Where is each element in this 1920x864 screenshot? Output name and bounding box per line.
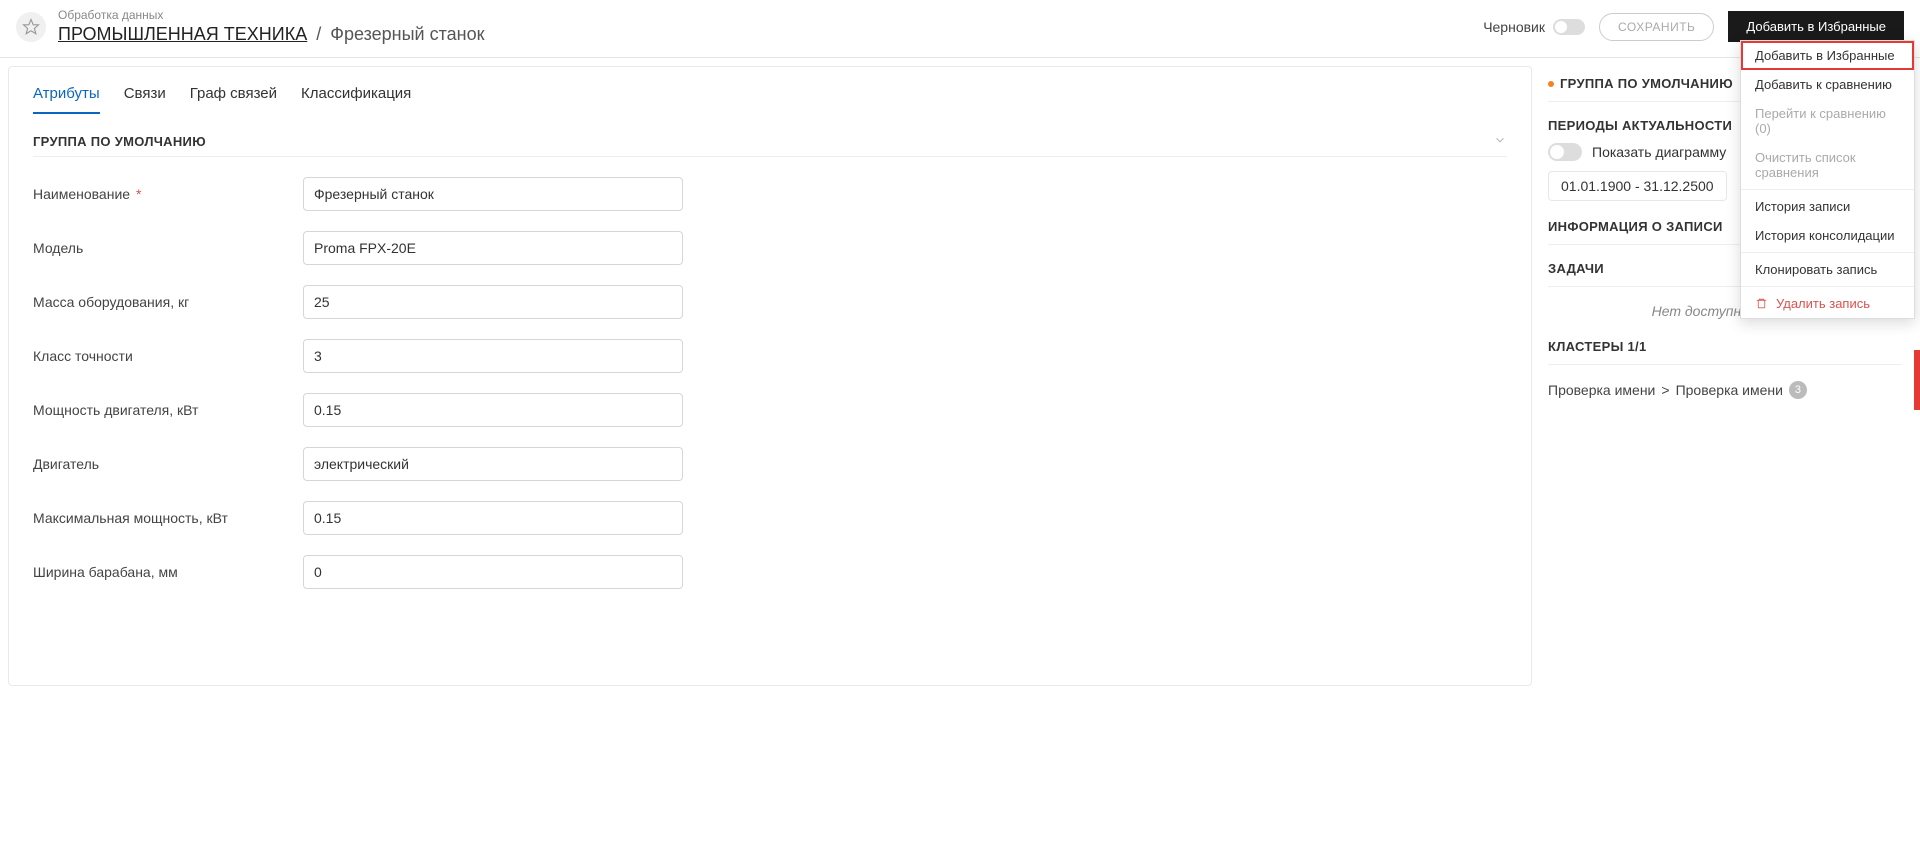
trash-icon [1755, 297, 1768, 310]
field-input[interactable] [303, 447, 683, 481]
menu-item: Перейти к сравнению (0) [1741, 99, 1914, 143]
field-input[interactable] [303, 177, 683, 211]
menu-item: Очистить список сравнения [1741, 143, 1914, 187]
tab-Атрибуты[interactable]: Атрибуты [33, 77, 100, 114]
field-input[interactable] [303, 393, 683, 427]
field-label: Наименование * [33, 186, 303, 202]
tabs: Атрибуты Связи Граф связей Классификация [33, 77, 1507, 115]
field-label: Класс точности [33, 348, 303, 364]
period-chip[interactable]: 01.01.1900 - 31.12.2500 [1548, 171, 1727, 201]
field-input[interactable] [303, 231, 683, 265]
breadcrumb-current: Фрезерный станок [330, 24, 484, 44]
group-title: ГРУППА ПО УМОЛЧАНИЮ [33, 134, 206, 149]
draft-toggle[interactable] [1553, 19, 1585, 35]
tab-Классификация[interactable]: Классификация [301, 77, 411, 114]
show-diagram-label: Показать диаграмму [1592, 144, 1726, 160]
field-label: Масса оборудования, кг [33, 294, 303, 310]
tab-Связи[interactable]: Связи [124, 77, 166, 114]
field-input[interactable] [303, 339, 683, 373]
menu-item[interactable]: Добавить в Избранные [1741, 41, 1914, 70]
breadcrumb: ПРОМЫШЛЕННАЯ ТЕХНИКА / Фрезерный станок [58, 24, 1483, 45]
header-subtitle: Обработка данных [58, 8, 1483, 22]
cluster-item[interactable]: Проверка имени > Проверка имени 3 [1548, 381, 1902, 399]
field-label: Двигатель [33, 456, 303, 472]
breadcrumb-root-link[interactable]: ПРОМЫШЛЕННАЯ ТЕХНИКА [58, 24, 307, 44]
field-label: Максимальная мощность, кВт [33, 510, 303, 526]
save-button[interactable]: СОХРАНИТЬ [1599, 13, 1714, 41]
star-icon [22, 18, 40, 36]
chevron-down-icon[interactable] [1493, 133, 1507, 150]
menu-item[interactable]: Удалить запись [1741, 289, 1914, 318]
actions-dropdown-menu: Добавить в ИзбранныеДобавить к сравнению… [1740, 40, 1915, 319]
field-label: Ширина барабана, мм [33, 564, 303, 580]
add-to-favorites-button[interactable]: Добавить в Избранные [1728, 11, 1904, 42]
draft-label: Черновик [1483, 19, 1545, 35]
required-marker: * [132, 186, 141, 202]
menu-item[interactable]: Клонировать запись [1741, 255, 1914, 284]
field-label: Мощность двигателя, кВт [33, 402, 303, 418]
field-input[interactable] [303, 501, 683, 535]
cluster-count-badge: 3 [1789, 381, 1807, 399]
field-input[interactable] [303, 555, 683, 589]
field-label: Модель [33, 240, 303, 256]
tab-Граф связей[interactable]: Граф связей [190, 77, 277, 114]
menu-item[interactable]: Добавить к сравнению [1741, 70, 1914, 99]
right-edge-handle[interactable] [1914, 350, 1920, 410]
favorite-star-button[interactable] [16, 12, 46, 42]
field-input[interactable] [303, 285, 683, 319]
show-diagram-toggle[interactable] [1548, 143, 1582, 161]
menu-item[interactable]: История записи [1741, 192, 1914, 221]
menu-item[interactable]: История консолидации [1741, 221, 1914, 250]
side-clusters-title: КЛАСТЕРЫ 1/1 [1548, 339, 1902, 354]
